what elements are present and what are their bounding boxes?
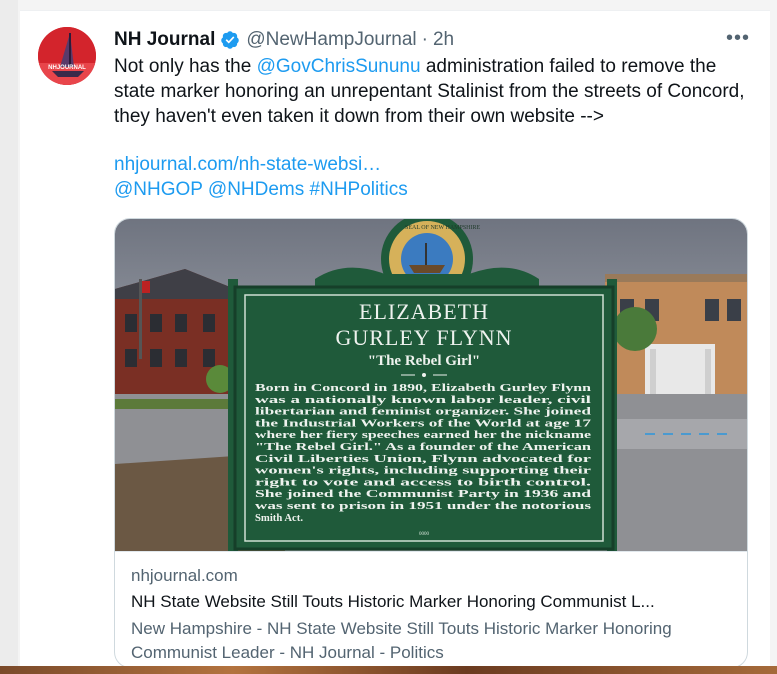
marker-text-line: libertarian and feminist organizer. She … bbox=[255, 407, 592, 418]
handle[interactable]: @NewHampJournal bbox=[246, 29, 416, 51]
seal-text: SEAL OF NEW HAMPSHIRE bbox=[405, 225, 481, 231]
timestamp[interactable]: 2h bbox=[433, 29, 454, 51]
background-bottom bbox=[0, 666, 777, 674]
text-part-1: Not only has the bbox=[114, 56, 257, 77]
marker-text-line: the Industrial Workers of the World at a… bbox=[255, 418, 591, 429]
nh-journal-logo-icon: NHJOURNAL bbox=[38, 27, 96, 85]
mention-nhdems[interactable]: @NHDems bbox=[208, 179, 304, 200]
background-strip bbox=[0, 0, 18, 674]
separator: · bbox=[421, 29, 428, 50]
marker-name-line-1: ELIZABETH bbox=[359, 299, 489, 324]
link-preview-card[interactable]: SEAL OF NEW HAMPSHIRE 1776 ELIZABETH GUR… bbox=[114, 218, 748, 668]
marker-body-text: Born in Concord in 1890, Elizabeth Gurle… bbox=[255, 383, 592, 524]
tweet-paragraph: Not only has the @GovChrisSununu adminis… bbox=[114, 54, 754, 129]
article-link[interactable]: nhjournal.com/nh-state-websi… bbox=[114, 154, 381, 175]
card-info[interactable]: nhjournal.com NH State Website Still Tou… bbox=[115, 551, 747, 667]
tweet-text: Not only has the @GovChrisSununu adminis… bbox=[114, 54, 754, 202]
display-name[interactable]: NH Journal bbox=[114, 29, 215, 51]
hashtag-nhpolitics[interactable]: #NHPolitics bbox=[310, 179, 408, 200]
marker-subtitle: "The Rebel Girl" bbox=[368, 353, 480, 369]
marker-text-line: Civil Liberties Union, Flynn advocated f… bbox=[255, 454, 592, 465]
more-options-icon[interactable]: ••• bbox=[726, 28, 750, 48]
card-title[interactable]: NH State Website Still Touts Historic Ma… bbox=[131, 592, 735, 612]
marker-text-line: was sent to prison in 1951 under the not… bbox=[255, 501, 591, 512]
card-description: New Hampshire - NH State Website Still T… bbox=[131, 619, 672, 662]
marker-text-line: Smith Act. bbox=[255, 513, 303, 524]
marker-text-line: was a nationally known labor leader, civ… bbox=[255, 395, 591, 406]
marker-text-line: "The Rebel Girl." As a founder of the Am… bbox=[255, 442, 592, 453]
marker-name-line-2: GURLEY FLYNN bbox=[335, 325, 512, 350]
verified-badge-icon bbox=[221, 31, 240, 49]
marker-text-line: She joined the Communist Party in 1936 a… bbox=[255, 489, 592, 500]
avatar-logo-text: NHJOURNAL bbox=[48, 65, 86, 71]
marker-text-line: Born in Concord in 1890, Elizabeth Gurle… bbox=[255, 383, 592, 394]
mention-nhgop[interactable]: @NHGOP bbox=[114, 179, 203, 200]
marker-text-line: where her fiery speeches earned her the … bbox=[255, 430, 592, 441]
marker-text-line: women's rights, including supporting the… bbox=[255, 466, 592, 477]
marker-number: 0000 bbox=[419, 532, 430, 537]
mention-link[interactable]: @GovChrisSununu bbox=[257, 56, 421, 77]
avatar[interactable]: NHJOURNAL bbox=[38, 27, 96, 85]
card-image[interactable]: SEAL OF NEW HAMPSHIRE 1776 ELIZABETH GUR… bbox=[115, 219, 747, 551]
card-domain: nhjournal.com bbox=[131, 566, 238, 585]
marker-text-line: right to vote and access to birth contro… bbox=[255, 477, 592, 488]
tweet-card[interactable]: NHJOURNAL NH Journal @NewHampJournal · 2… bbox=[20, 10, 770, 668]
tweet-header: NH Journal @NewHampJournal · 2h bbox=[114, 27, 454, 53]
